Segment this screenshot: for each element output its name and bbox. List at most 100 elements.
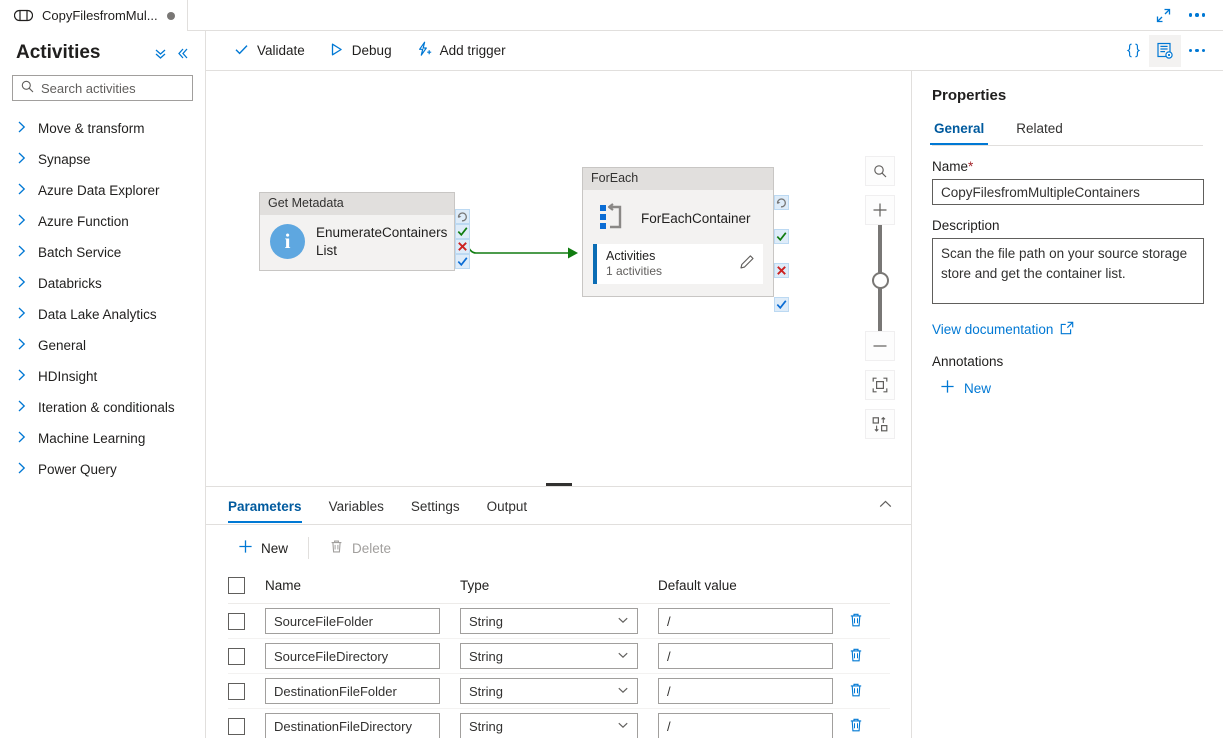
external-link-icon xyxy=(1060,321,1074,338)
tab-variables[interactable]: Variables xyxy=(329,499,384,523)
zoom-slider[interactable] xyxy=(865,225,895,331)
row-name-cell xyxy=(265,673,460,709)
sidebar-item-data-lake-analytics[interactable]: Data Lake Analytics xyxy=(0,299,205,330)
column-header-default-value: Default value xyxy=(658,571,848,604)
new-parameter-button[interactable]: New xyxy=(228,533,298,563)
pencil-icon[interactable] xyxy=(739,254,755,273)
more-ellipsis-icon[interactable] xyxy=(1183,1,1211,29)
chevron-double-left-icon[interactable] xyxy=(171,42,193,64)
tab-settings[interactable]: Settings xyxy=(411,499,460,523)
sidebar-item-hdinsight[interactable]: HDInsight xyxy=(0,361,205,392)
zoom-in-plus-icon[interactable] xyxy=(865,195,895,225)
auto-align-icon[interactable] xyxy=(865,409,895,439)
add-trigger-button[interactable]: Add trigger xyxy=(406,36,516,66)
trash-icon[interactable] xyxy=(848,682,864,698)
zoom-slider-thumb[interactable] xyxy=(871,272,889,289)
sidebar-item-synapse[interactable]: Synapse xyxy=(0,144,205,175)
debug-button[interactable]: Debug xyxy=(319,36,402,66)
parameter-default-input[interactable] xyxy=(658,713,833,738)
failure-x-icon[interactable] xyxy=(455,239,470,254)
chevron-up-icon[interactable] xyxy=(878,497,893,515)
parameter-default-input[interactable] xyxy=(658,643,833,669)
parameter-type-select[interactable]: String xyxy=(460,608,638,634)
retry-icon[interactable] xyxy=(455,209,470,224)
pipeline-description-textarea[interactable]: Scan the file path on your source storag… xyxy=(932,238,1204,304)
view-documentation-link[interactable]: View documentation xyxy=(932,321,1074,338)
chevron-right-icon xyxy=(17,307,27,322)
completion-check-icon[interactable] xyxy=(455,254,470,269)
sidebar-item-azure-function[interactable]: Azure Function xyxy=(0,206,205,237)
fit-to-screen-icon[interactable] xyxy=(865,370,895,400)
node-get-metadata[interactable]: Get Metadata i EnumerateContainersList xyxy=(259,192,455,271)
parameter-name-input[interactable] xyxy=(265,643,440,669)
parameter-name-input[interactable] xyxy=(265,608,440,634)
curly-braces-icon[interactable] xyxy=(1117,35,1149,67)
chevron-down-icon xyxy=(617,649,629,664)
success-check-icon[interactable] xyxy=(455,224,470,239)
select-all-checkbox[interactable] xyxy=(228,577,245,594)
parameter-default-input[interactable] xyxy=(658,608,833,634)
node-foreach[interactable]: ForEach ForEachContainer Activities 1 ac… xyxy=(582,167,774,297)
checkmark-icon xyxy=(234,42,249,60)
node-name-label: EnumerateContainersList xyxy=(316,225,448,258)
chevron-double-down-icon[interactable] xyxy=(149,42,171,64)
add-annotation-button[interactable]: New xyxy=(932,375,997,401)
pipeline-canvas[interactable]: Get Metadata i EnumerateContainersList F… xyxy=(206,71,911,484)
node-body: i EnumerateContainersList xyxy=(260,215,454,270)
trash-icon[interactable] xyxy=(848,612,864,628)
zoom-search-icon[interactable] xyxy=(865,156,895,186)
sidebar-item-move-transform[interactable]: Move & transform xyxy=(0,113,205,144)
trash-icon[interactable] xyxy=(848,647,864,663)
sidebar-item-azure-data-explorer[interactable]: Azure Data Explorer xyxy=(0,175,205,206)
sidebar-item-machine-learning[interactable]: Machine Learning xyxy=(0,423,205,454)
more-ellipsis-icon[interactable] xyxy=(1181,35,1213,67)
pipeline-name-input[interactable] xyxy=(932,179,1204,205)
sidebar-item-label: Databricks xyxy=(38,276,102,291)
sidebar-item-power-query[interactable]: Power Query xyxy=(0,454,205,485)
row-checkbox[interactable] xyxy=(228,612,245,630)
tabstrip-actions xyxy=(1149,0,1223,30)
row-checkbox[interactable] xyxy=(228,647,245,665)
properties-panel-icon[interactable] xyxy=(1149,34,1181,67)
parameter-type-select[interactable]: String xyxy=(460,678,638,704)
tab-parameters[interactable]: Parameters xyxy=(228,499,302,523)
failure-x-icon[interactable] xyxy=(774,263,789,278)
trash-icon[interactable] xyxy=(848,717,864,733)
foreach-activities-title: Activities xyxy=(606,249,656,263)
sidebar-item-batch-service[interactable]: Batch Service xyxy=(0,237,205,268)
parameter-name-input[interactable] xyxy=(265,713,440,738)
success-check-icon[interactable] xyxy=(774,229,789,244)
parameter-type-select[interactable]: String xyxy=(460,713,638,738)
search-input[interactable] xyxy=(41,80,184,96)
parameter-type-select[interactable]: String xyxy=(460,643,638,669)
unsaved-dot-icon xyxy=(166,11,175,20)
parameter-default-input[interactable] xyxy=(658,678,833,704)
node-name-label: ForEachContainer xyxy=(641,211,751,226)
row-default-cell xyxy=(658,708,848,738)
row-name-cell xyxy=(265,638,460,674)
table-header-row: Name Type Default value xyxy=(228,571,890,604)
row-name-cell xyxy=(265,708,460,738)
foreach-activities-text: Activities 1 activities xyxy=(606,249,739,278)
row-checkbox[interactable] xyxy=(228,682,245,700)
row-checkbox[interactable] xyxy=(228,717,245,735)
document-tab-pipeline[interactable]: CopyFilesfromMul... xyxy=(0,0,188,31)
parameter-name-input[interactable] xyxy=(265,678,440,704)
tab-related[interactable]: Related xyxy=(1014,117,1065,145)
validate-button[interactable]: Validate xyxy=(224,36,315,66)
zoom-out-minus-icon[interactable] xyxy=(865,331,895,361)
expand-diagonal-icon[interactable] xyxy=(1149,1,1177,29)
delete-parameter-button[interactable]: Delete xyxy=(319,533,401,563)
name-field-label: Name* xyxy=(932,159,1203,174)
tab-general[interactable]: General xyxy=(929,117,989,145)
search-activities-box[interactable] xyxy=(12,75,193,101)
tab-output[interactable]: Output xyxy=(487,499,528,523)
row-default-cell xyxy=(658,673,848,709)
completion-check-icon[interactable] xyxy=(774,297,789,312)
retry-icon[interactable] xyxy=(774,195,789,210)
properties-title: Properties xyxy=(932,87,1007,104)
sidebar-item-general[interactable]: General xyxy=(0,330,205,361)
sidebar-item-iteration-conditionals[interactable]: Iteration & conditionals xyxy=(0,392,205,423)
sidebar-item-databricks[interactable]: Databricks xyxy=(0,268,205,299)
foreach-activities-box[interactable]: Activities 1 activities xyxy=(593,244,763,284)
